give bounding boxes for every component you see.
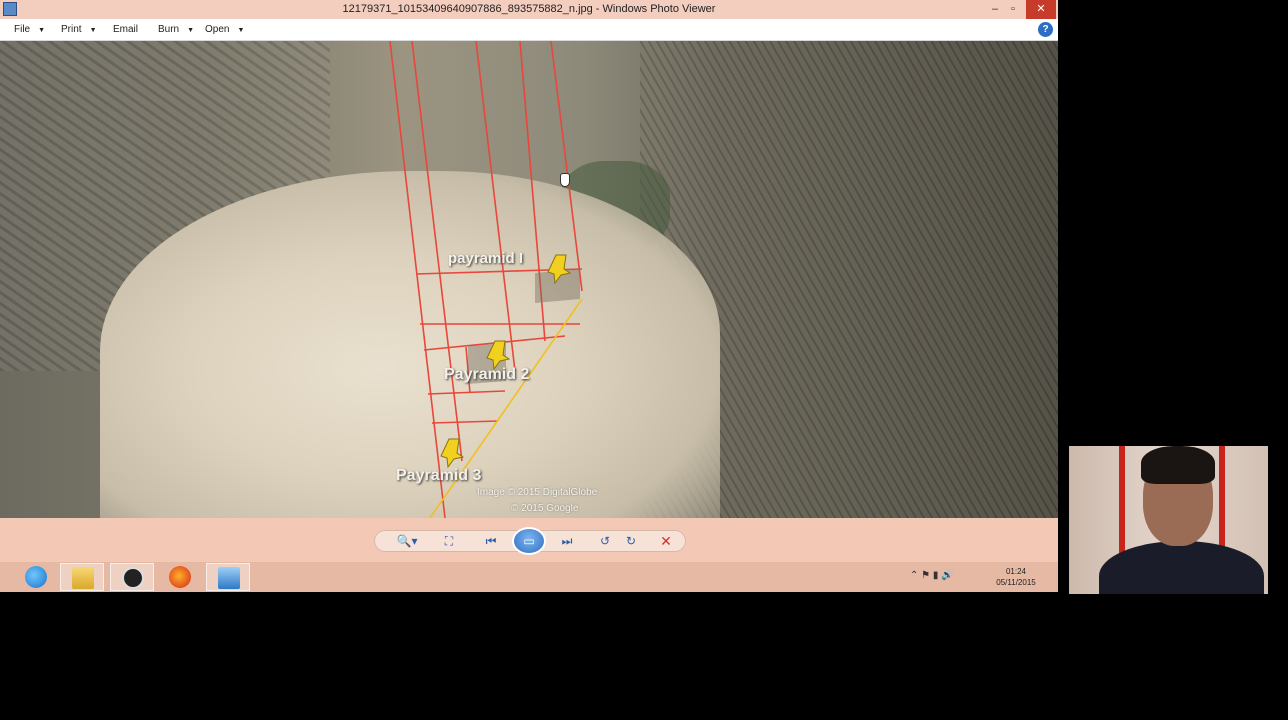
- route-line: [431, 420, 499, 424]
- imagery-credit: Image © 2015 DigitalGlobe: [477, 487, 598, 498]
- taskbar-explorer[interactable]: [60, 563, 104, 591]
- clock-date: 05/11/2015: [996, 578, 1036, 587]
- route-line: [550, 41, 583, 292]
- menu-file[interactable]: File ▼: [14, 24, 45, 38]
- chevron-down-icon: ▼: [237, 27, 245, 34]
- route-line: [389, 41, 446, 518]
- system-tray[interactable]: ⌃ ⚑ ▮ 🔊: [910, 570, 954, 581]
- google-credit: © 2015 Google: [511, 503, 579, 514]
- internet-explorer-icon: [25, 566, 47, 588]
- rotate-cw-icon[interactable]: ↻: [620, 533, 642, 549]
- actual-size-icon[interactable]: ⛶: [438, 533, 460, 549]
- delete-icon[interactable]: ✕: [655, 533, 677, 549]
- chevron-down-icon: ▼: [38, 27, 46, 34]
- folder-icon: [72, 567, 94, 589]
- taskbar-firefox[interactable]: [158, 563, 202, 591]
- menu-open[interactable]: Open ▼: [205, 24, 244, 38]
- firefox-icon: [169, 566, 191, 588]
- menu-print[interactable]: Print ▼: [61, 24, 97, 38]
- taskbar-obs[interactable]: [110, 563, 154, 591]
- menu-burn-label: Burn: [158, 24, 180, 35]
- photo-display[interactable]: payramid I Payramid 2 Payramid 3 Image ©…: [0, 41, 1058, 518]
- screen: 12179371_10153409640907886_893575882_n.j…: [0, 0, 1288, 720]
- menu-burn[interactable]: Burn ▼: [158, 24, 194, 38]
- route-line: [427, 390, 506, 395]
- photo-viewer-icon: [218, 567, 240, 589]
- help-icon[interactable]: ?: [1038, 22, 1053, 37]
- menu-open-label: Open: [205, 24, 230, 35]
- minimize-button[interactable]: –: [986, 0, 1004, 19]
- taskbar-photo-viewer[interactable]: [206, 563, 250, 591]
- route-line: [475, 41, 516, 372]
- chevron-down-icon: ▼: [187, 27, 195, 34]
- clock-time: 01:24: [1005, 567, 1027, 576]
- next-icon[interactable]: ⏭: [556, 533, 578, 549]
- menu-file-label: File: [14, 24, 31, 35]
- taskbar-ie[interactable]: [14, 563, 58, 591]
- obs-icon: [122, 567, 144, 589]
- hand-cursor-icon: [560, 173, 570, 187]
- pyramid-1-label: payramid I: [448, 250, 524, 267]
- rotate-ccw-icon[interactable]: ↺: [594, 533, 616, 549]
- map-overlay: [389, 41, 583, 518]
- menu-print-label: Print: [61, 24, 82, 35]
- menu-email[interactable]: Email: [113, 24, 138, 38]
- webcam-overlay: [1069, 446, 1268, 594]
- close-button[interactable]: ✕: [1026, 0, 1056, 19]
- person-hair: [1141, 446, 1215, 484]
- taskbar: ⌃ ⚑ ▮ 🔊 01:24 05/11/2015: [0, 562, 1058, 592]
- pyramid-2-label: Payramid 2: [444, 366, 530, 383]
- window-title: 12179371_10153409640907886_893575882_n.j…: [342, 3, 716, 15]
- photo-viewer-window: 12179371_10153409640907886_893575882_n.j…: [0, 0, 1058, 592]
- maximize-button[interactable]: ▫: [1004, 0, 1022, 19]
- clock[interactable]: 01:24 05/11/2015: [990, 566, 1042, 588]
- previous-icon[interactable]: ⏮: [480, 533, 502, 549]
- pyramid-3-label: Payramid 3: [396, 467, 482, 484]
- zoom-icon[interactable]: 🔍▾: [392, 533, 422, 549]
- pyramid-axis-line: [429, 298, 583, 518]
- viewer-toolbar: 🔍▾ ⛶ ⏮ ▭ ⏭ ↺ ↻ ✕: [0, 518, 1058, 562]
- menu-bar: File ▼ Print ▼ Email Burn ▼ Open ▼ ?: [0, 19, 1058, 41]
- menu-email-label: Email: [113, 24, 139, 35]
- title-bar[interactable]: 12179371_10153409640907886_893575882_n.j…: [0, 0, 1058, 19]
- slideshow-icon[interactable]: ▭: [512, 527, 546, 555]
- chevron-down-icon: ▼: [89, 27, 97, 34]
